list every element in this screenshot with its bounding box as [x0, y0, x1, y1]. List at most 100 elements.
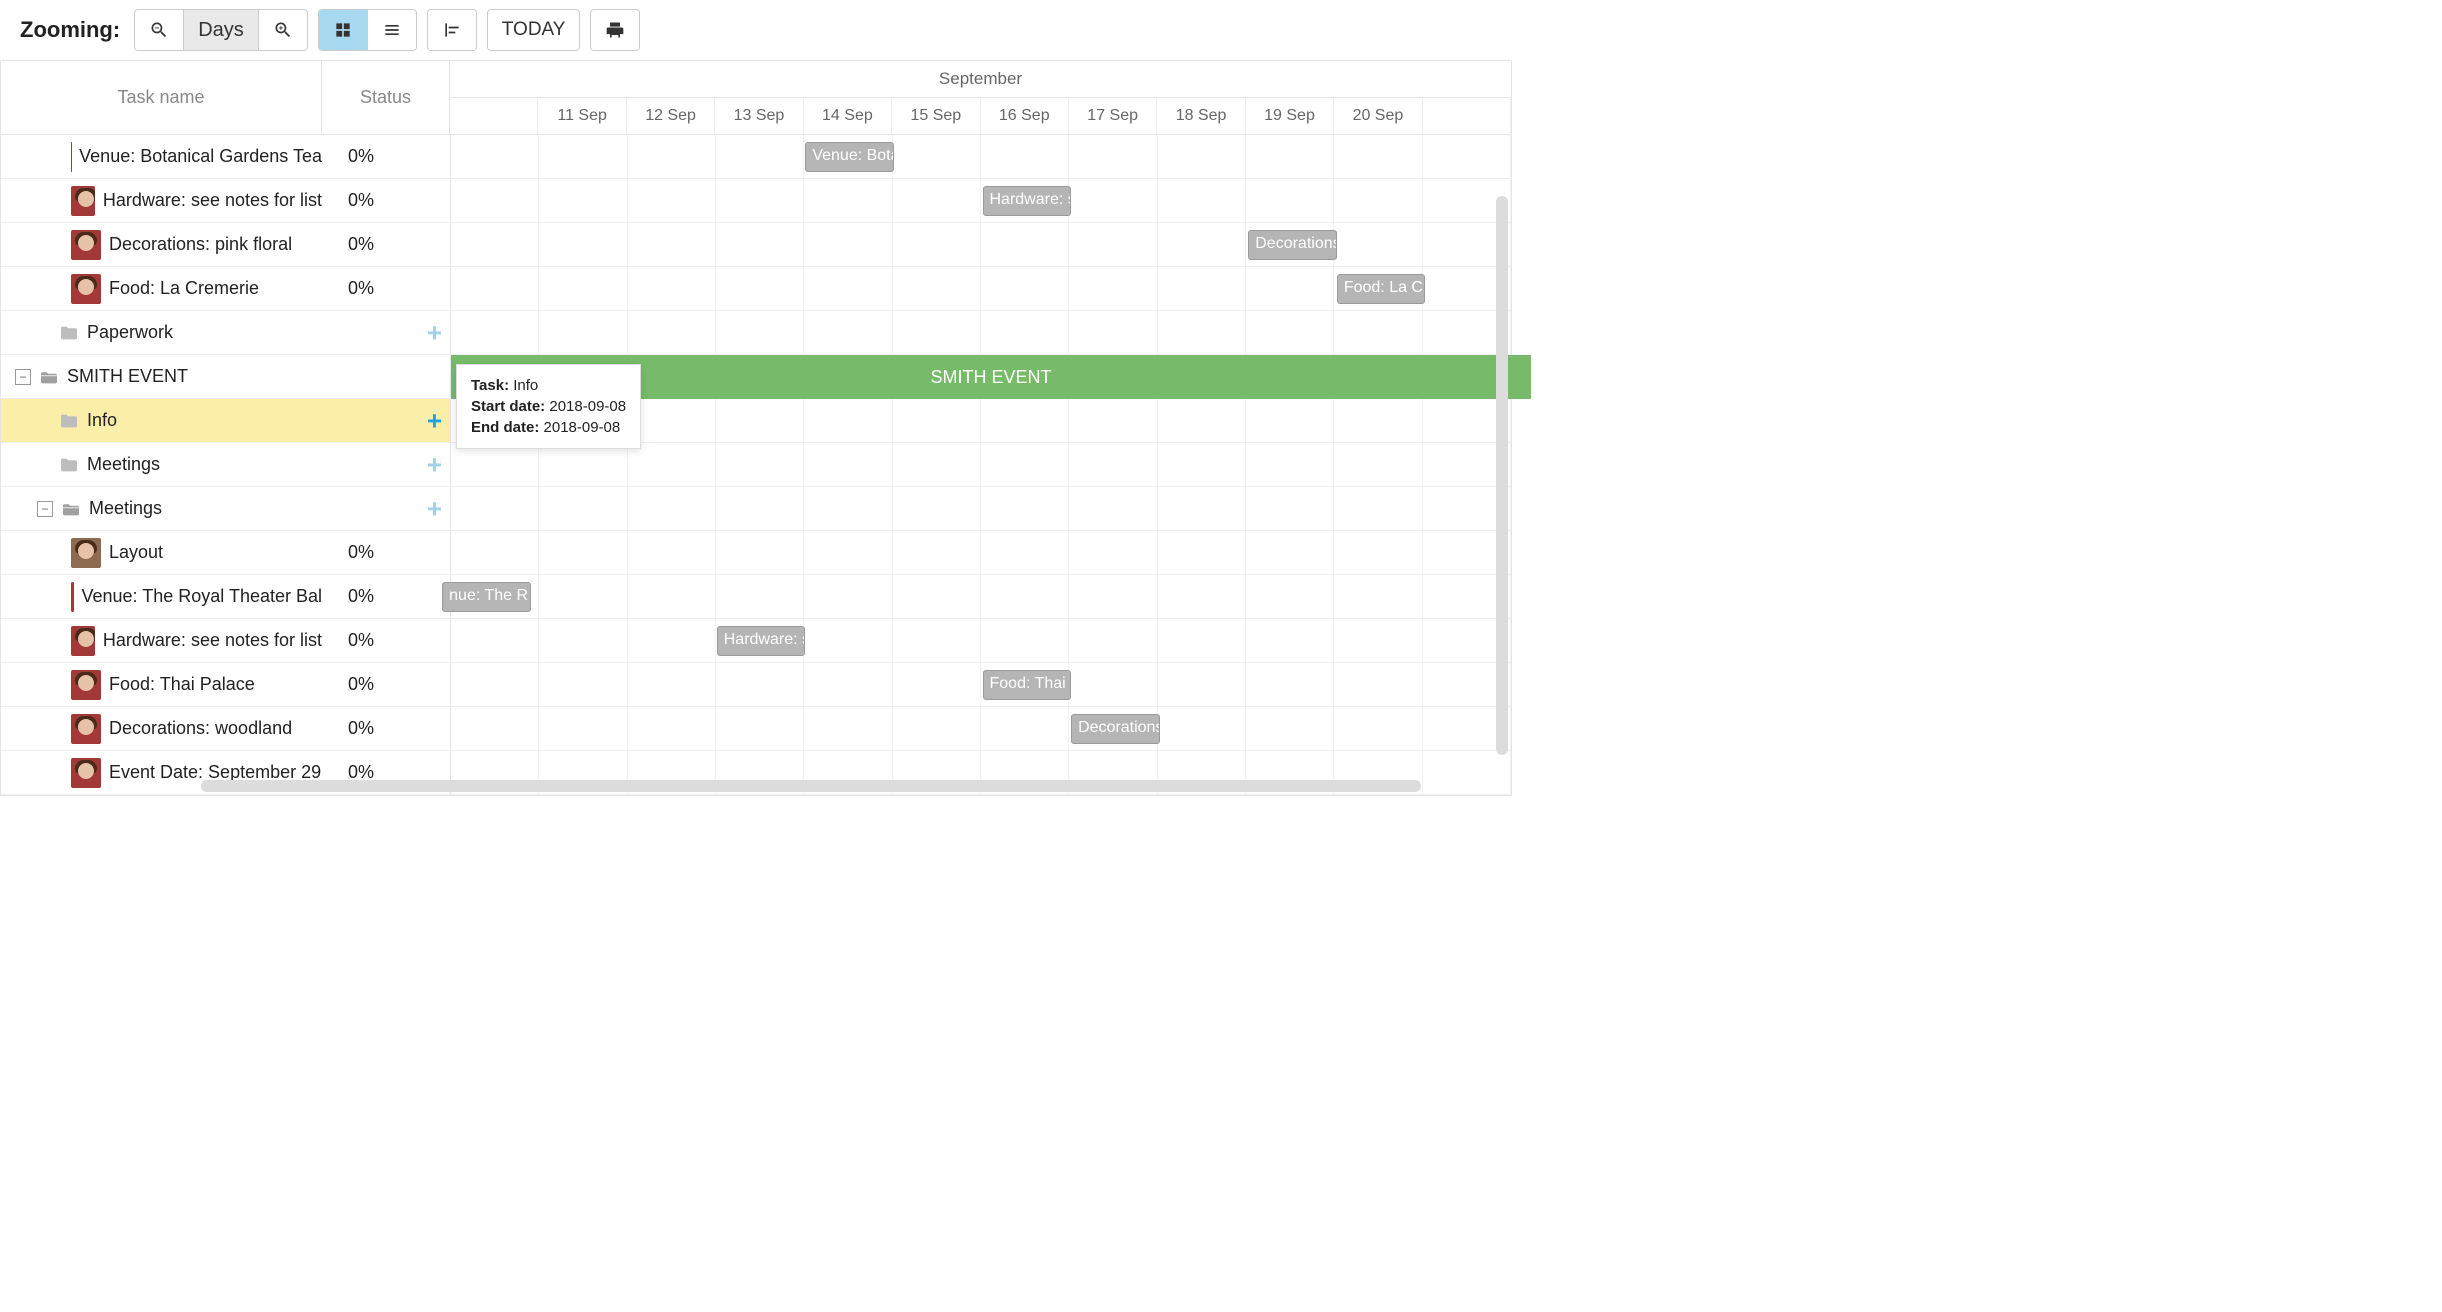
task-left-cell[interactable]: Decorations: pink floral0% — [1, 223, 451, 266]
task-left-cell[interactable]: Venue: Botanical Gardens Tea0% — [1, 135, 451, 178]
collapse-icon[interactable]: − — [37, 501, 53, 517]
timeline-cell[interactable]: Venue: Botan — [451, 135, 1511, 178]
task-row[interactable]: Hardware: see notes for list0% Hardware: … — [1, 619, 1511, 663]
task-row[interactable]: Decorations: pink floral0% Decorations: — [1, 223, 1511, 267]
task-bar[interactable]: Venue: Botan — [805, 142, 894, 172]
task-row[interactable]: Venue: The Royal Theater Bal0%nue: The R — [1, 575, 1511, 619]
folder-row[interactable]: Meetings+ — [1, 443, 1511, 487]
folder-icon — [59, 457, 79, 473]
timeline-cell[interactable]: Food: Thai P — [451, 663, 1511, 706]
timeline-cell[interactable] — [451, 531, 1511, 574]
task-row[interactable]: Food: Thai Palace0% Food: Thai P — [1, 663, 1511, 707]
task-inner: Food: La Cremerie — [1, 274, 322, 304]
indent-button[interactable] — [428, 10, 476, 50]
zoom-in-button[interactable] — [258, 10, 307, 50]
day-header: 11 Sep — [538, 98, 626, 134]
tooltip-start-value: 2018-09-08 — [549, 398, 626, 415]
task-label: SMITH EVENT — [67, 366, 188, 387]
list-icon — [382, 20, 402, 40]
project-row[interactable]: − SMITH EVENTSMITH EVENT — [1, 355, 1511, 399]
task-label: Meetings — [89, 498, 162, 519]
timeline-cell[interactable]: Hardware: se — [451, 619, 1511, 662]
day-header: 18 Sep — [1157, 98, 1245, 134]
task-bar[interactable]: Decorations: — [1248, 230, 1337, 260]
timeline-cell[interactable] — [451, 487, 1511, 530]
task-bar[interactable]: Food: Thai P — [983, 670, 1072, 700]
collapse-icon[interactable]: − — [15, 369, 31, 385]
task-left-cell[interactable]: Decorations: woodland0% — [1, 707, 451, 750]
task-inner: Decorations: pink floral — [1, 230, 322, 260]
view-grid-button[interactable] — [319, 10, 367, 50]
task-bar[interactable]: Hardware: se — [717, 626, 806, 656]
task-left-cell[interactable]: Info + — [1, 399, 451, 442]
task-left-cell[interactable]: Hardware: see notes for list0% — [1, 619, 451, 662]
add-child-button[interactable]: + — [427, 317, 442, 348]
task-row[interactable]: Layout 0% — [1, 531, 1511, 575]
task-bar[interactable]: nue: The R — [442, 582, 531, 612]
add-child-button[interactable]: + — [427, 493, 442, 524]
folder-row[interactable]: − Meetings + — [1, 487, 1511, 531]
print-icon — [605, 20, 625, 40]
days-row: 11 Sep12 Sep13 Sep14 Sep15 Sep16 Sep17 S… — [450, 98, 1511, 134]
task-left-cell[interactable]: − SMITH EVENT — [1, 355, 451, 398]
task-left-cell[interactable]: Venue: The Royal Theater Bal0% — [1, 575, 451, 618]
day-header: 13 Sep — [715, 98, 803, 134]
task-bar[interactable]: Hardware: se — [983, 186, 1072, 216]
task-left-cell[interactable]: Paperwork + — [1, 311, 451, 354]
task-left-cell[interactable]: Meetings+ — [1, 443, 451, 486]
avatar — [71, 186, 95, 216]
add-child-button[interactable]: + — [427, 449, 442, 480]
status-cell: 0% — [322, 542, 450, 563]
task-label: Layout — [109, 542, 163, 563]
task-label: Decorations: woodland — [109, 718, 292, 739]
task-left-cell[interactable]: − Meetings + — [1, 487, 451, 530]
add-child-button[interactable]: + — [427, 405, 442, 436]
status-cell: 0% — [322, 586, 450, 607]
task-bar[interactable]: Food: La Cre — [1337, 274, 1426, 304]
avatar — [71, 670, 101, 700]
project-icon — [61, 501, 81, 517]
folder-row[interactable]: Info + — [1, 399, 1511, 443]
avatar — [71, 714, 101, 744]
print-button[interactable] — [591, 10, 639, 50]
task-left-cell[interactable]: Food: La Cremerie0% — [1, 267, 451, 310]
zoom-days-button[interactable]: Days — [183, 10, 258, 50]
task-bar[interactable]: Decorations: — [1071, 714, 1160, 744]
task-left-cell[interactable]: Food: Thai Palace0% — [1, 663, 451, 706]
left-header: Task name Status — [1, 61, 450, 134]
task-row[interactable]: Food: La Cremerie0% Food: La Cre — [1, 267, 1511, 311]
task-label: Info — [87, 410, 117, 431]
tooltip-task-label: Task: — [471, 377, 509, 394]
today-button[interactable]: TODAY — [488, 10, 580, 50]
task-label: Venue: The Royal Theater Bal — [82, 586, 323, 607]
timeline-cell[interactable]: Food: La Cre — [451, 267, 1511, 310]
folder-row[interactable]: Paperwork + — [1, 311, 1511, 355]
zoom-group: Days — [134, 9, 308, 51]
zoom-out-button[interactable] — [135, 10, 183, 50]
task-inner: − Meetings — [1, 498, 322, 519]
task-label: Paperwork — [87, 322, 173, 343]
timeline-cell[interactable] — [451, 443, 1511, 486]
gantt-header: Task name Status September 11 Sep12 Sep1… — [1, 61, 1511, 135]
horizontal-scrollbar[interactable] — [201, 780, 1421, 792]
task-row[interactable]: Decorations: woodland0% Decorations: — [1, 707, 1511, 751]
task-row[interactable]: Venue: Botanical Gardens Tea0% Venue: Bot… — [1, 135, 1511, 179]
vertical-scrollbar[interactable] — [1496, 196, 1508, 755]
timeline-cell[interactable]: Decorations: — [451, 707, 1511, 750]
view-group — [318, 9, 417, 51]
project-icon — [39, 369, 59, 385]
timeline-cell[interactable]: Decorations: — [451, 223, 1511, 266]
task-label: Hardware: see notes for list — [103, 190, 322, 211]
month-label: September — [450, 61, 1511, 98]
avatar — [71, 274, 101, 304]
view-list-button[interactable] — [367, 10, 416, 50]
task-left-cell[interactable]: Hardware: see notes for list0% — [1, 179, 451, 222]
task-left-cell[interactable]: Layout 0% — [1, 531, 451, 574]
timeline-cell[interactable]: Hardware: se — [451, 179, 1511, 222]
column-header-taskname: Task name — [1, 61, 322, 134]
timeline-cell[interactable] — [451, 311, 1511, 354]
task-row[interactable]: Hardware: see notes for list0%Hardware: … — [1, 179, 1511, 223]
avatar — [71, 230, 101, 260]
day-header: 20 Sep — [1334, 98, 1422, 134]
timeline-cell[interactable]: nue: The R — [451, 575, 1511, 618]
